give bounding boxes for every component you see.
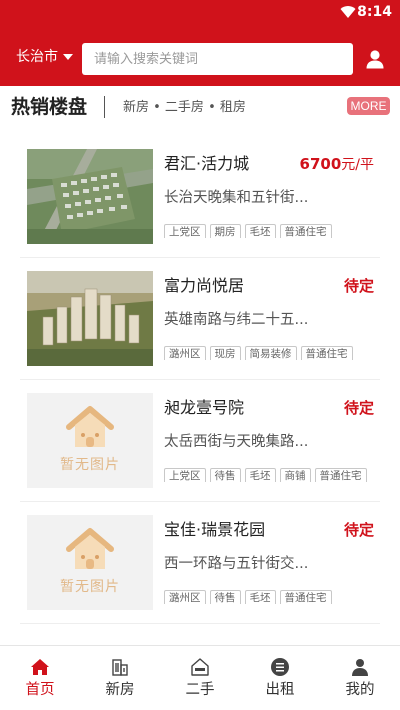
listing-address: 长治天晚集和五针街... <box>164 190 309 206</box>
listing-tags: 上党区 待售 毛坯 商铺 普通住宅 <box>164 464 376 482</box>
listing-name: 宝佳·瑞景花园 <box>164 520 266 539</box>
section-subtitle: 新房 • 二手房 • 租房 <box>123 100 246 115</box>
user-icon[interactable] <box>364 48 386 70</box>
tag-type: 商铺 <box>279 468 311 482</box>
no-image-text: 暂无图片 <box>60 579 120 595</box>
person-icon <box>352 659 368 676</box>
top-bar: 长治市 <box>0 24 400 86</box>
tab-label: 新房 <box>105 682 135 698</box>
tab-second-hand[interactable]: 二手 <box>160 646 240 710</box>
listing-tags: 潞州区 待售 毛坯 普通住宅 <box>164 586 376 604</box>
listing-address: 西一环路与五针街交... <box>164 556 309 572</box>
tab-label: 我的 <box>345 682 375 698</box>
listing-name: 富力尚悦居 <box>164 276 245 295</box>
tag-finish: 毛坯 <box>244 224 276 238</box>
tag-type: 普通住宅 <box>279 224 332 238</box>
tag-status: 待售 <box>209 590 241 604</box>
status-bar: 8:14 <box>0 0 400 24</box>
search-box[interactable] <box>82 43 353 75</box>
listing-tags: 上党区 期房 毛坯 普通住宅 <box>164 220 376 238</box>
hot-projects-header: 热销楼盘 新房 • 二手房 • 租房 MORE <box>0 86 400 130</box>
price-value: 待定 <box>343 399 374 417</box>
section-divider <box>104 96 105 118</box>
listing-list: 君汇·活力城 6700元/平 长治天晚集和五针街... 上党区 期房 毛坯 普通住宅 … <box>20 136 380 624</box>
tag-status: 现房 <box>209 346 241 360</box>
listing-address: 太岳西街与天晚集路... <box>164 434 309 450</box>
tag-district: 潞州区 <box>164 346 206 360</box>
caret-down-icon <box>63 54 73 60</box>
tag-status: 待售 <box>209 468 241 482</box>
building-icon <box>112 659 128 676</box>
tag-finish: 简易装修 <box>244 346 297 360</box>
tag-finish: 毛坯 <box>244 590 276 604</box>
tag-type: 普通住宅 <box>279 590 332 604</box>
listing-item[interactable]: 富力尚悦居 待定 英雄南路与纬二十五... 潞州区 现房 简易装修 普通住宅 <box>20 258 380 380</box>
price-unit: 元/平 <box>341 157 374 173</box>
city-label: 长治市 <box>16 49 58 65</box>
section-title: 热销楼盘 <box>11 96 88 118</box>
listing-item[interactable]: 君汇·活力城 6700元/平 长治天晚集和五针街... 上党区 期房 毛坯 普通住宅 <box>20 136 380 258</box>
price-value: 待定 <box>343 277 374 295</box>
listing-photo-highrise <box>27 271 153 366</box>
status-time: 8:14 <box>357 4 392 20</box>
tag-status: 期房 <box>209 224 241 238</box>
tab-home[interactable]: 首页 <box>0 646 80 710</box>
listing-item[interactable]: 暂无图片 昶龙壹号院 待定 太岳西街与天晚集路... 上党区 待售 毛坯 商铺 普通住宅 <box>20 380 380 502</box>
tag-type: 普通住宅 <box>300 346 353 360</box>
listing-price: 待定 <box>344 276 374 297</box>
listing-photo-aerial <box>27 149 153 244</box>
listing-name: 昶龙壹号院 <box>164 398 245 417</box>
tab-mine[interactable]: 我的 <box>320 646 400 710</box>
listing-photo-placeholder: 暂无图片 <box>27 515 153 610</box>
tag-type: 普通住宅 <box>314 468 367 482</box>
house-placeholder-icon <box>66 406 114 447</box>
city-selector[interactable]: 长治市 <box>16 48 73 66</box>
bottom-tab-bar: 首页 新房 二手 出租 我的 <box>0 645 400 710</box>
listing-photo-placeholder: 暂无图片 <box>27 393 153 488</box>
price-value: 6700 <box>299 155 342 173</box>
listing-item[interactable]: 暂无图片 宝佳·瑞景花园 待定 西一环路与五针街交... 潞州区 待售 毛坯 普通住宅 <box>20 502 380 624</box>
tag-district: 上党区 <box>164 468 206 482</box>
tag-district: 潞州区 <box>164 590 206 604</box>
tab-label: 二手 <box>185 682 215 698</box>
listing-address: 英雄南路与纬二十五... <box>164 312 309 328</box>
house-placeholder-icon <box>66 528 114 569</box>
tag-district: 上党区 <box>164 224 206 238</box>
listing-name: 君汇·活力城 <box>164 154 250 173</box>
listing-price: 待定 <box>344 520 374 541</box>
search-input[interactable] <box>82 43 353 75</box>
home-icon <box>31 659 49 675</box>
tab-new-homes[interactable]: 新房 <box>80 646 160 710</box>
tab-label: 出租 <box>265 682 295 698</box>
tag-finish: 毛坯 <box>244 468 276 482</box>
more-button[interactable]: MORE <box>347 97 390 115</box>
listing-price: 6700元/平 <box>300 154 374 175</box>
wifi-icon <box>340 6 356 18</box>
sale-house-icon <box>191 658 209 676</box>
no-image-text: 暂无图片 <box>60 457 120 473</box>
listing-tags: 潞州区 现房 简易装修 普通住宅 <box>164 342 376 360</box>
price-value: 待定 <box>343 521 374 539</box>
rent-icon <box>271 658 289 676</box>
listing-price: 待定 <box>344 398 374 419</box>
tab-rent[interactable]: 出租 <box>240 646 320 710</box>
tab-label: 首页 <box>25 682 55 698</box>
